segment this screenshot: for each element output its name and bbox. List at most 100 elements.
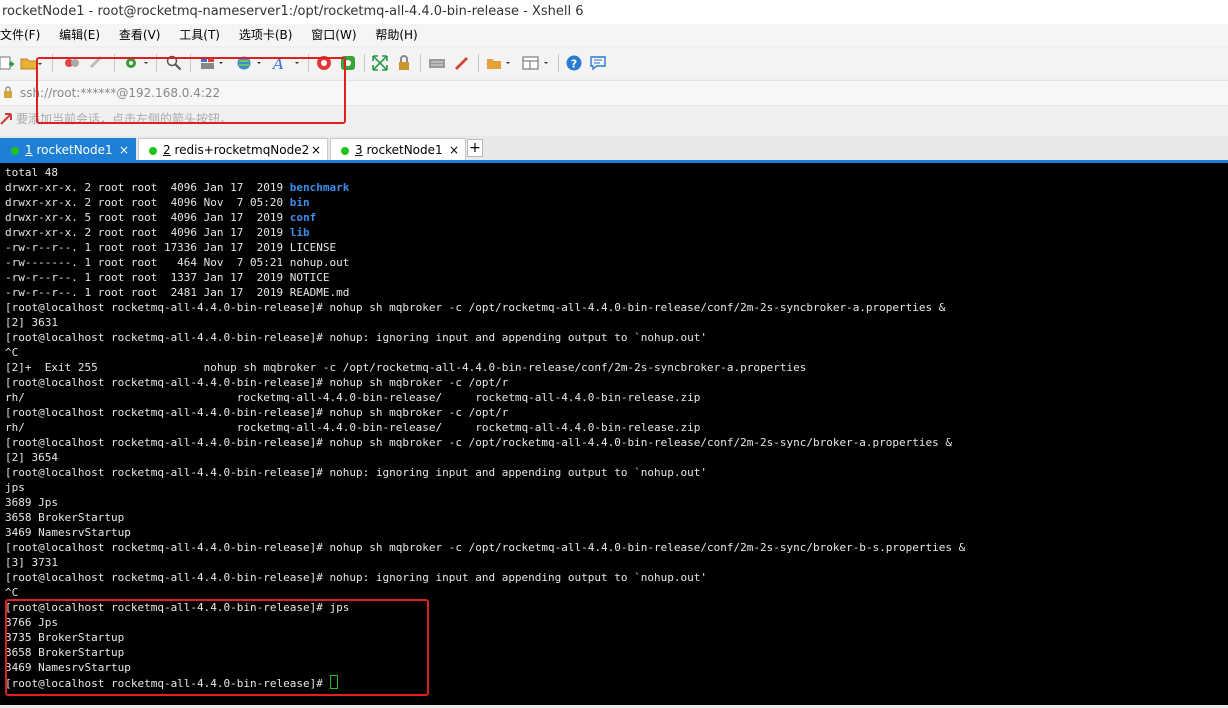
terminal-line-text: [root@localhost rocketmq-all-4.4.0-bin-r…	[5, 466, 707, 479]
terminal-line-text: drwxr-xr-x. 2 root root 4096 Jan 17 2019	[5, 226, 290, 239]
highlight-pen-icon[interactable]	[452, 55, 470, 71]
menu-file[interactable]: 文件(F)	[0, 24, 45, 46]
terminal-line: [root@localhost rocketmq-all-4.4.0-bin-r…	[5, 405, 965, 420]
terminal-line-text: 3658 BrokerStartup	[5, 511, 125, 524]
terminal-line-text: [root@localhost rocketmq-all-4.4.0-bin-r…	[5, 601, 350, 614]
close-tab-icon[interactable]: ×	[119, 139, 129, 161]
terminal-line-text: 3658 BrokerStartup	[5, 646, 125, 659]
terminal-line: [root@localhost rocketmq-all-4.4.0-bin-r…	[5, 600, 965, 615]
terminal-line-text: -rw-r--r--. 1 root root 1337 Jan 17 2019…	[5, 271, 330, 284]
new-tab-button[interactable]: +	[467, 139, 483, 157]
terminal-cursor	[329, 675, 338, 689]
globe-icon[interactable]	[236, 55, 264, 71]
terminal-line: [root@localhost rocketmq-all-4.4.0-bin-r…	[5, 465, 965, 480]
svg-text:?: ?	[571, 58, 577, 71]
terminal-line: -rw-------. 1 root root 464 Nov 7 05:21 …	[5, 255, 965, 270]
terminal-line: drwxr-xr-x. 5 root root 4096 Jan 17 2019…	[5, 210, 965, 225]
tab-rocketnode1-3[interactable]: 3 rocketNode1 ×	[330, 138, 466, 160]
terminal-output: total 48 drwxr-xr-x. 2 root root 4096 Jan…	[5, 165, 965, 690]
terminal-line: [root@localhost rocketmq-all-4.4.0-bin-r…	[5, 675, 965, 690]
terminal-line-text: 3735 BrokerStartup	[5, 631, 125, 644]
terminal-line-text: [root@localhost rocketmq-all-4.4.0-bin-r…	[5, 436, 953, 449]
terminal-line: -rw-r--r--. 1 root root 2481 Jan 17 2019…	[5, 285, 965, 300]
session-hint-text: 要添加当前会话，点击左侧的箭头按钮。	[16, 112, 233, 126]
new-tab-group-icon[interactable]	[486, 55, 514, 71]
help-icon[interactable]: ?	[566, 55, 582, 71]
terminal-line-text: [root@localhost rocketmq-all-4.4.0-bin-r…	[5, 331, 707, 344]
terminal-line: 3469 NamesrvStartup	[5, 525, 965, 540]
terminal-line: -rw-r--r--. 1 root root 1337 Jan 17 2019…	[5, 270, 965, 285]
terminal-line: ^C	[5, 345, 965, 360]
terminal-line-text: [3] 3731	[5, 556, 58, 569]
terminal-line-text: -rw-------. 1 root root 464 Nov 7 05:21 …	[5, 256, 350, 269]
tab-rocketnode1[interactable]: 1 rocketNode1 ×	[0, 138, 136, 160]
split-window-icon[interactable]	[522, 55, 552, 71]
terminal-line: drwxr-xr-x. 2 root root 4096 Nov 7 05:20…	[5, 195, 965, 210]
search-icon[interactable]	[166, 55, 182, 71]
window-title-bar: rocketNode1 - root@rocketmq-nameserver1:…	[0, 0, 1228, 24]
reconnect-icon[interactable]	[88, 55, 104, 71]
terminal-line-text: rh/ rocketmq-all-4.4.0-bin-release/ rock…	[5, 421, 701, 434]
toolbar-separator	[558, 54, 559, 72]
terminal-line-text: -rw-r--r--. 1 root root 2481 Jan 17 2019…	[5, 286, 350, 299]
terminal-line-text: ^C	[5, 346, 19, 359]
layout-icon[interactable]	[200, 55, 226, 71]
terminal-line-text: [root@localhost rocketmq-all-4.4.0-bin-r…	[5, 677, 330, 690]
toolbar: A ?	[0, 48, 1228, 78]
terminal-line-text: -rw-r--r--. 1 root root 17336 Jan 17 201…	[5, 241, 337, 254]
terminal-line: drwxr-xr-x. 2 root root 4096 Jan 17 2019…	[5, 180, 965, 195]
terminal-line-text: 3766 Jps	[5, 616, 58, 629]
lock-icon[interactable]	[396, 55, 412, 71]
terminal-line: [root@localhost rocketmq-all-4.4.0-bin-r…	[5, 435, 965, 450]
font-icon[interactable]: A	[272, 55, 302, 71]
arrow-icon[interactable]	[0, 113, 12, 125]
session-hint-bar: 要添加当前会话，点击左侧的箭头按钮。	[0, 106, 1228, 134]
xmanager-icon[interactable]	[340, 55, 356, 71]
toolbar-separator	[308, 54, 309, 72]
toolbar-separator	[190, 54, 191, 72]
terminal-line: [root@localhost rocketmq-all-4.4.0-bin-r…	[5, 540, 965, 555]
close-tab-icon[interactable]: ×	[449, 139, 459, 161]
new-session-icon[interactable]	[0, 55, 14, 71]
menu-view[interactable]: 查看(V)	[119, 24, 166, 46]
menu-help[interactable]: 帮助(H)	[375, 24, 422, 46]
terminal-line: [2] 3631	[5, 315, 965, 330]
terminal-line-text: [root@localhost rocketmq-all-4.4.0-bin-r…	[5, 406, 509, 419]
terminal-line-text: ^C	[5, 586, 19, 599]
terminal-line-text: [root@localhost rocketmq-all-4.4.0-bin-r…	[5, 571, 707, 584]
address-bar[interactable]: ssh://root:******@192.168.0.4:22	[0, 80, 1228, 106]
terminal-line: 3658 BrokerStartup	[5, 645, 965, 660]
terminal-line: 3658 BrokerStartup	[5, 510, 965, 525]
menu-tabs[interactable]: 选项卡(B)	[239, 24, 298, 46]
menu-window[interactable]: 窗口(W)	[311, 24, 361, 46]
address-value: ssh://root:******@192.168.0.4:22	[20, 86, 221, 100]
window-title: rocketNode1 - root@rocketmq-nameserver1:…	[2, 4, 584, 19]
terminal-line: -rw-r--r--. 1 root root 17336 Jan 17 201…	[5, 240, 965, 255]
menu-tools[interactable]: 工具(T)	[179, 24, 225, 46]
settings-gear-icon[interactable]	[124, 55, 150, 71]
tab-label: redis+rocketmqNode2	[174, 143, 310, 157]
terminal[interactable]: total 48 drwxr-xr-x. 2 root root 4096 Jan…	[0, 163, 1228, 708]
terminal-line: [root@localhost rocketmq-all-4.4.0-bin-r…	[5, 300, 965, 315]
chat-bubble-icon[interactable]	[590, 55, 606, 71]
terminal-line-text: total 48	[5, 166, 58, 179]
terminal-line: total 48	[5, 165, 965, 180]
terminal-line: 3735 BrokerStartup	[5, 630, 965, 645]
fullscreen-icon[interactable]	[372, 55, 388, 71]
disconnect-icon[interactable]	[64, 55, 80, 71]
directory-name: benchmark	[289, 181, 350, 194]
open-folder-icon[interactable]	[20, 55, 42, 71]
keyboard-icon[interactable]	[428, 55, 446, 71]
close-tab-icon[interactable]: ×	[311, 139, 321, 161]
terminal-line-text: [root@localhost rocketmq-all-4.4.0-bin-r…	[5, 301, 946, 314]
terminal-line-text: [2]+ Exit 255 nohup sh mqbroker -c /opt/…	[5, 361, 807, 374]
terminal-line-text: drwxr-xr-x. 5 root root 4096 Jan 17 2019	[5, 211, 290, 224]
terminal-line-text: [2] 3654	[5, 451, 58, 464]
tab-redis-rocketmqnode2[interactable]: 2 redis+rocketmqNode2 ×	[138, 138, 328, 160]
svg-text:A: A	[272, 55, 284, 71]
tab-bar: 1 rocketNode1 × 2 redis+rocketmqNode2 × …	[0, 136, 1228, 163]
toolbar-separator	[52, 54, 53, 72]
status-dot-icon	[149, 147, 157, 155]
menu-edit[interactable]: 编辑(E)	[59, 24, 105, 46]
xftp-icon[interactable]	[316, 55, 332, 71]
